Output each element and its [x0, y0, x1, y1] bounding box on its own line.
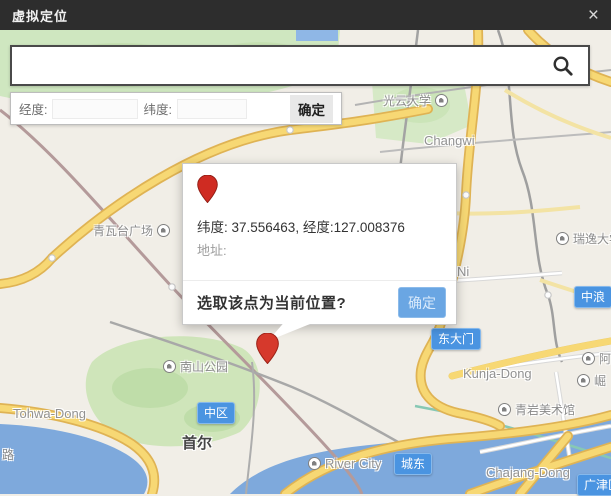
search-input[interactable] — [12, 47, 552, 84]
map-label-poi-b: 崛 — [577, 372, 606, 389]
popup-confirm-button[interactable]: 确定 — [398, 287, 446, 318]
popup-coordinates-text: 纬度: 37.556463, 经度:127.008376 — [197, 216, 405, 236]
map-label-tohwa-dong: Tohwa-Dong — [13, 406, 86, 421]
map-badge-junggu: 中区 — [197, 402, 235, 424]
map-badge-jungnang: 中浪 — [574, 286, 611, 308]
popup-pin-icon — [197, 175, 218, 203]
building-poi-icon — [308, 457, 321, 470]
map-label-cheongam-museum: 青岩美术馆 — [498, 401, 575, 418]
virtual-location-window: { "window": { "title": "虚拟定位", "close_gl… — [0, 0, 611, 494]
location-popup: 纬度: 37.556463, 经度:127.008376 地址: 选取该点为当前… — [182, 163, 457, 325]
latitude-input[interactable] — [177, 99, 247, 119]
building-poi-icon — [582, 352, 595, 365]
map-badge-dongdaemun: 东大门 — [431, 328, 481, 350]
map-label-ni-fragment: Ni — [457, 264, 469, 279]
map-label-seoil-univ: 瑞逸大学 — [556, 230, 611, 247]
square-poi-icon — [157, 224, 170, 237]
popup-question-text: 选取该点为当前位置? — [197, 292, 346, 313]
map-label-changwi: Changwi — [424, 133, 475, 148]
map-label-namsan-park: 南山公园 — [163, 358, 228, 375]
close-icon[interactable]: × — [588, 6, 599, 25]
coordinate-bar: 经度: 纬度: 确定 — [10, 92, 342, 125]
university-poi-icon — [556, 232, 569, 245]
latitude-label: 纬度: — [143, 99, 171, 118]
map-label-kunja-dong: Kunja-Dong — [463, 366, 532, 381]
map-label-river-city: River City — [308, 456, 381, 471]
window-title: 虚拟定位 — [12, 6, 68, 25]
selected-location-pin-icon[interactable] — [256, 333, 279, 364]
map-label-road-fragment: 路 — [2, 446, 14, 463]
search-icon[interactable] — [552, 55, 574, 77]
popup-address-label: 地址: — [197, 240, 227, 259]
map-label-gwangwoon-univ: 光云大学 — [383, 92, 448, 109]
map-badge-gwangjin: 广津区 — [577, 474, 611, 496]
map-label-chajang-dong: Chajang-Dong — [486, 465, 570, 480]
map-label-seoul: 首尔 — [182, 432, 212, 453]
map-label-poi-a: 阿 — [582, 350, 611, 367]
longitude-input[interactable] — [52, 99, 138, 119]
map-badge-seongdong: 城东 — [394, 453, 432, 475]
search-bar — [10, 45, 590, 86]
building-poi-icon — [577, 374, 590, 387]
title-bar: 虚拟定位 × — [0, 0, 611, 30]
museum-poi-icon — [498, 403, 511, 416]
longitude-label: 经度: — [19, 99, 47, 118]
map-label-cheongwadae-square: 青瓦台广场 — [93, 222, 170, 239]
university-poi-icon — [435, 94, 448, 107]
popup-footer: 选取该点为当前位置? 确定 — [183, 280, 456, 324]
coordinate-confirm-button[interactable]: 确定 — [290, 95, 333, 123]
park-poi-icon — [163, 360, 176, 373]
